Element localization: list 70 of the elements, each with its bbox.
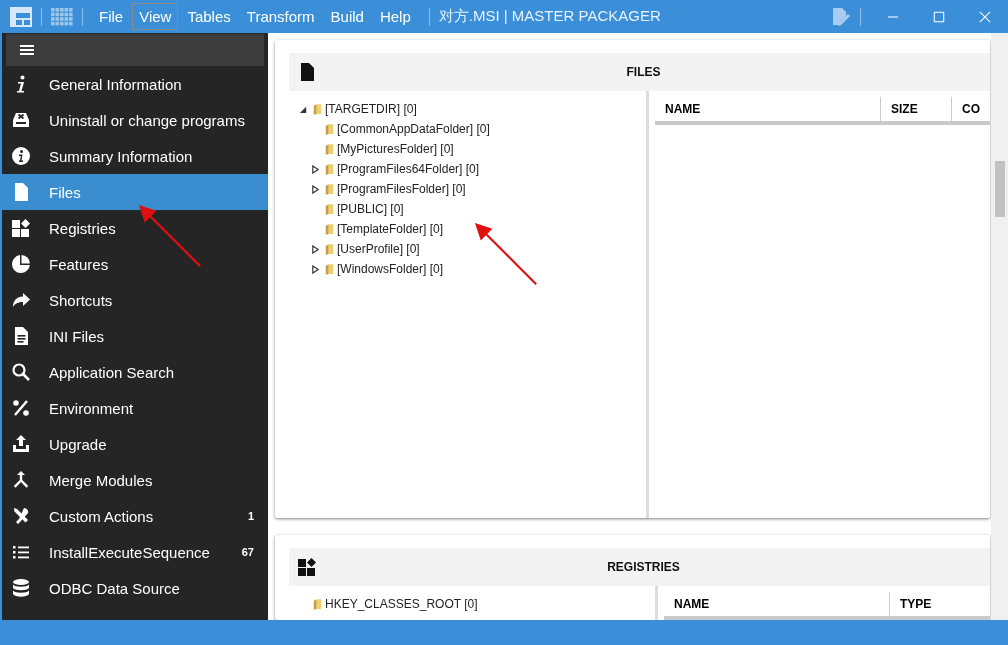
- folder-icon: [325, 242, 334, 256]
- blocks-icon: [11, 218, 31, 238]
- app-logo-icon: [10, 6, 32, 27]
- item-count: 67: [241, 546, 254, 558]
- column-header[interactable]: NAME: [664, 592, 889, 616]
- item-count: 1: [247, 510, 254, 522]
- sidebar-item[interactable]: Features: [2, 246, 268, 282]
- folder-icon: [325, 182, 334, 196]
- tree-node-label[interactable]: [UserProfile] [0]: [337, 242, 420, 256]
- pie-chart-icon: [11, 254, 31, 274]
- sidebar-item[interactable]: General Information: [2, 66, 268, 102]
- upload-icon: [11, 434, 31, 454]
- close-icon[interactable]: [979, 10, 991, 23]
- sidebar-item[interactable]: Custom Actions 1: [2, 498, 268, 534]
- menu-icon[interactable]: [20, 44, 34, 56]
- folder-icon: [313, 597, 322, 611]
- sidebar-item[interactable]: INI Files: [2, 318, 268, 354]
- window-title: 对方.MSI | MASTER PACKAGER: [438, 7, 661, 26]
- database-icon: [11, 578, 31, 598]
- collapse-triangle-icon[interactable]: [299, 104, 308, 114]
- expand-triangle-icon[interactable]: [311, 264, 320, 274]
- sidebar-item[interactable]: ODBC Data Source: [2, 570, 268, 606]
- folder-icon: [325, 202, 334, 216]
- sidebar-item[interactable]: Upgrade: [2, 426, 268, 462]
- sidebar-item[interactable]: Registries: [2, 210, 268, 246]
- sidebar-item[interactable]: Environment: [2, 390, 268, 426]
- percent-icon: [11, 398, 31, 418]
- maximize-icon[interactable]: [933, 10, 945, 23]
- sidebar-item[interactable]: Uninstall or change programs: [2, 102, 268, 138]
- folder-icon: [325, 122, 334, 136]
- column-header[interactable]: SIZE: [880, 97, 951, 121]
- folder-icon: [325, 222, 334, 236]
- tree-node-label[interactable]: [TemplateFolder] [0]: [337, 222, 444, 236]
- column-header[interactable]: CO: [951, 97, 990, 121]
- folder-icon: [325, 162, 334, 176]
- tree-node-label[interactable]: HKEY_CLASSES_ROOT [0]: [325, 597, 478, 611]
- expand-triangle-icon[interactable]: [311, 164, 320, 174]
- merge-icon: [11, 470, 31, 490]
- expand-triangle-icon[interactable]: [311, 244, 320, 254]
- sidebar-item[interactable]: Merge Modules: [2, 462, 268, 498]
- tree-node-label[interactable]: [CommonAppDataFolder] [0]: [337, 122, 490, 136]
- scrollbar[interactable]: [991, 33, 1008, 620]
- folder-icon: [313, 102, 322, 116]
- column-header[interactable]: NAME: [655, 97, 880, 121]
- scrollbar-thumb[interactable]: [995, 161, 1005, 217]
- sidebar-item[interactable]: Shortcuts: [2, 282, 268, 318]
- sidebar-item[interactable]: InstallExecuteSequence 67: [2, 534, 268, 570]
- sidebar-item[interactable]: Files: [2, 174, 268, 210]
- tray-icon: [11, 110, 31, 130]
- tree-node-label[interactable]: [ProgramFilesFolder] [0]: [337, 182, 466, 196]
- tools-icon: [11, 506, 31, 526]
- sidebar-toggle-bar[interactable]: [6, 34, 264, 66]
- grid-icon[interactable]: [51, 7, 73, 26]
- sidebar-item[interactable]: Summary Information: [2, 138, 268, 174]
- blocks-icon: [297, 557, 317, 577]
- search-icon: [11, 362, 31, 382]
- tree-node-label[interactable]: [PUBLIC] [0]: [337, 202, 404, 216]
- folder-icon: [325, 142, 334, 156]
- tree-node-label[interactable]: [WindowsFolder] [0]: [337, 262, 444, 276]
- edit-document-icon[interactable]: [831, 6, 851, 27]
- tree-node-label[interactable]: [MyPicturesFolder] [0]: [337, 142, 454, 156]
- panel-title: REGISTRIES: [606, 560, 681, 574]
- expand-triangle-icon[interactable]: [311, 184, 320, 194]
- tree-node-label[interactable]: [TARGETDIR] [0]: [325, 102, 417, 116]
- sidebar-item[interactable]: Application Search: [2, 354, 268, 390]
- panel-title: FILES: [625, 65, 662, 79]
- column-header[interactable]: TYPE: [889, 592, 960, 616]
- folder-icon: [325, 262, 334, 276]
- tree-node-label[interactable]: [ProgramFiles64Folder] [0]: [337, 162, 480, 176]
- info-icon: [11, 146, 31, 166]
